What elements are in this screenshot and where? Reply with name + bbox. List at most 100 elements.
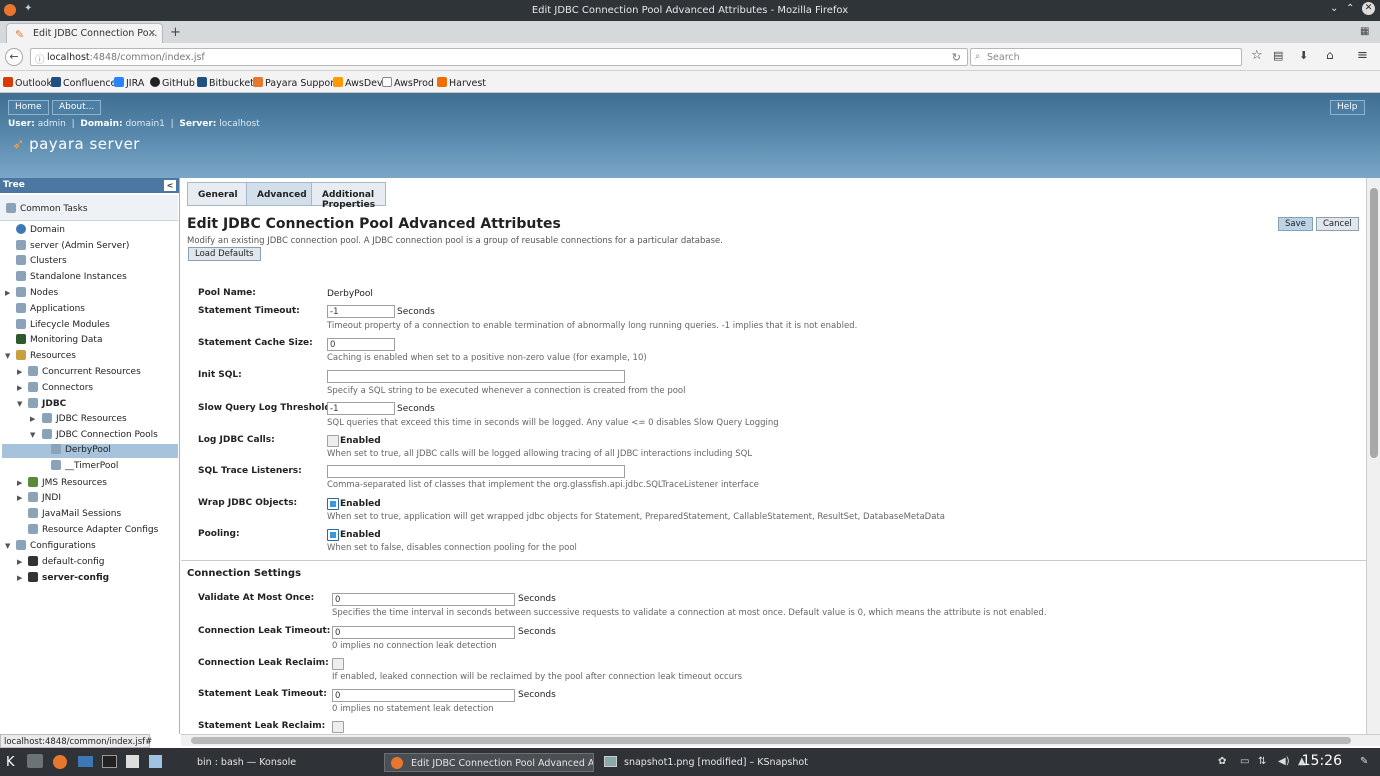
expand-icon[interactable]: ▶ — [5, 289, 10, 297]
load-defaults-button[interactable]: Load Defaults — [188, 247, 261, 261]
home-button[interactable]: Home — [8, 100, 49, 115]
leak-reclaim-checkbox[interactable] — [332, 658, 344, 670]
tray-tools-icon[interactable]: ✎ — [1360, 756, 1368, 767]
cancel-button[interactable]: Cancel — [1316, 217, 1359, 231]
horizontal-scrollbar[interactable] — [181, 734, 1380, 746]
vertical-scrollbar[interactable] — [1366, 178, 1380, 734]
firefox-launcher-icon[interactable] — [53, 755, 67, 769]
expand-icon[interactable]: ▶ — [17, 558, 22, 566]
back-icon[interactable]: ← — [5, 48, 23, 66]
mail-icon[interactable] — [78, 756, 93, 767]
collapse-tree-button[interactable]: < — [164, 180, 176, 191]
expand-icon[interactable]: ▶ — [17, 494, 22, 502]
tree-item-applications[interactable]: Applications — [16, 303, 85, 317]
bookmark-star-icon[interactable]: ☆ — [1251, 48, 1263, 63]
expand-icon[interactable]: ▶ — [17, 368, 22, 376]
reading-list-icon[interactable]: ▤ — [1273, 49, 1283, 62]
tree-item-lifecycle[interactable]: Lifecycle Modules — [16, 319, 110, 333]
tree-item-derbypool[interactable]: DerbyPool — [2, 444, 178, 458]
task-konsole[interactable]: bin : bash — Konsole — [171, 753, 371, 772]
statement-timeout-input[interactable]: -1 — [327, 305, 395, 318]
expanded-icon[interactable]: ▼ — [17, 400, 22, 408]
validate-input[interactable]: 0 — [332, 593, 515, 606]
bookmark-awsdev[interactable]: AwsDev — [333, 77, 383, 89]
tree-item-jms[interactable]: JMS Resources — [28, 477, 107, 491]
tree-item-domain[interactable]: Domain — [16, 224, 65, 238]
sql-trace-input[interactable] — [327, 465, 625, 478]
tab-advanced[interactable]: Advanced — [246, 182, 318, 206]
slow-query-input[interactable]: -1 — [327, 402, 395, 415]
downloads-icon[interactable]: ⬇ — [1299, 49, 1308, 62]
info-icon[interactable]: ⓘ — [35, 52, 45, 66]
tree-item-jdbc-pools[interactable]: JDBC Connection Pools — [42, 429, 158, 443]
terminal-icon[interactable] — [102, 755, 117, 768]
help-button[interactable]: Help — [1330, 100, 1365, 115]
tree-item-standalone[interactable]: Standalone Instances — [16, 271, 127, 285]
expand-icon[interactable]: ▶ — [17, 574, 22, 582]
tree-item-connectors[interactable]: Connectors — [28, 382, 93, 396]
desktop-icon[interactable] — [27, 754, 43, 768]
bookmark-outlook[interactable]: Outlook — [3, 77, 52, 89]
tree-item-jndi[interactable]: JNDI — [28, 492, 61, 506]
init-sql-input[interactable] — [327, 370, 625, 383]
menu-icon[interactable]: ≡ — [1357, 48, 1368, 63]
stmt-leak-timeout-input[interactable]: 0 — [332, 689, 515, 702]
scrollbar-thumb[interactable] — [1370, 188, 1378, 458]
package-icon[interactable] — [149, 755, 162, 768]
tree-item-jdbc-resources[interactable]: JDBC Resources — [42, 413, 127, 427]
save-button[interactable]: Save — [1278, 217, 1313, 231]
expanded-icon[interactable]: ▼ — [5, 352, 10, 360]
pooling-checkbox[interactable] — [327, 529, 339, 541]
tray-clipboard-icon[interactable]: ▭ — [1240, 756, 1249, 767]
tray-flower-icon[interactable]: ✿ — [1218, 756, 1226, 767]
tab-list-icon[interactable]: ▦ — [1360, 26, 1369, 37]
reload-icon[interactable]: ↻ — [952, 51, 961, 64]
tab-general[interactable]: General — [187, 182, 249, 206]
close-icon[interactable]: ✕ — [1362, 2, 1375, 15]
statement-cache-input[interactable]: 0 — [327, 338, 395, 351]
new-tab-icon[interactable]: + — [170, 25, 181, 40]
stmt-leak-reclaim-checkbox[interactable] — [332, 721, 344, 733]
tab-additional-properties[interactable]: Additional Properties — [311, 182, 387, 210]
maximize-icon[interactable]: ⌃ — [1346, 3, 1354, 14]
tree-item-javamail[interactable]: JavaMail Sessions — [28, 508, 121, 522]
expanded-icon[interactable]: ▼ — [30, 431, 35, 439]
wrap-jdbc-checkbox[interactable] — [327, 498, 339, 510]
bookmark-jira[interactable]: JIRA — [114, 77, 144, 89]
leak-timeout-input[interactable]: 0 — [332, 626, 515, 639]
expand-icon[interactable]: ▶ — [17, 384, 22, 392]
log-jdbc-checkbox[interactable] — [327, 435, 339, 447]
task-ksnapshot[interactable]: snapshot1.png [modified] – KSnapshot — [598, 753, 818, 772]
tree-item-monitoring[interactable]: Monitoring Data — [16, 334, 102, 348]
kde-menu-icon[interactable]: K — [6, 755, 15, 770]
tree-item-resource-adapter[interactable]: Resource Adapter Configs — [28, 524, 158, 538]
bookmark-harvest[interactable]: Harvest — [437, 77, 486, 89]
url-bar[interactable]: ⓘ localhost:4848/common/index.jsf ↻ — [30, 48, 968, 66]
tree-item-common-tasks[interactable]: Common Tasks — [6, 203, 88, 217]
tree-item-jdbc[interactable]: JDBC — [28, 398, 66, 412]
tree-item-resources[interactable]: Resources — [16, 350, 76, 364]
tree-item-server-config[interactable]: server-config — [28, 572, 109, 586]
bookmark-github[interactable]: GitHub — [150, 77, 195, 89]
tray-volume-icon[interactable]: ◀) — [1278, 756, 1290, 767]
tree-item-timerpool[interactable]: __TimerPool — [51, 460, 118, 474]
task-firefox[interactable]: Edit JDBC Connection Pool Advanced Attr — [384, 753, 594, 772]
about-button[interactable]: About... — [52, 100, 102, 115]
tree-item-server[interactable]: server (Admin Server) — [16, 240, 129, 254]
tree-item-default-config[interactable]: default-config — [28, 556, 104, 570]
tree-item-configurations[interactable]: Configurations — [16, 540, 96, 554]
files-icon[interactable] — [126, 755, 139, 768]
hscrollbar-thumb[interactable] — [191, 737, 1351, 744]
bookmark-awsprod[interactable]: AwsProd — [382, 77, 434, 89]
browser-tab[interactable]: ✎ Edit JDBC Connection Po... ✕ — [6, 23, 163, 44]
tree-item-nodes[interactable]: Nodes — [16, 287, 58, 301]
tree-item-concurrent[interactable]: Concurrent Resources — [28, 366, 141, 380]
tray-network-icon[interactable]: ⇅ — [1258, 756, 1266, 767]
minimize-icon[interactable]: ⌄ — [1330, 3, 1338, 14]
home-icon[interactable]: ⌂ — [1326, 48, 1334, 62]
bookmark-payara-support[interactable]: Payara Support — [253, 77, 338, 89]
expanded-icon[interactable]: ▼ — [5, 542, 10, 550]
expand-icon[interactable]: ▶ — [17, 479, 22, 487]
tab-close-icon[interactable]: ✕ — [148, 28, 156, 39]
expand-icon[interactable]: ▶ — [30, 415, 35, 423]
